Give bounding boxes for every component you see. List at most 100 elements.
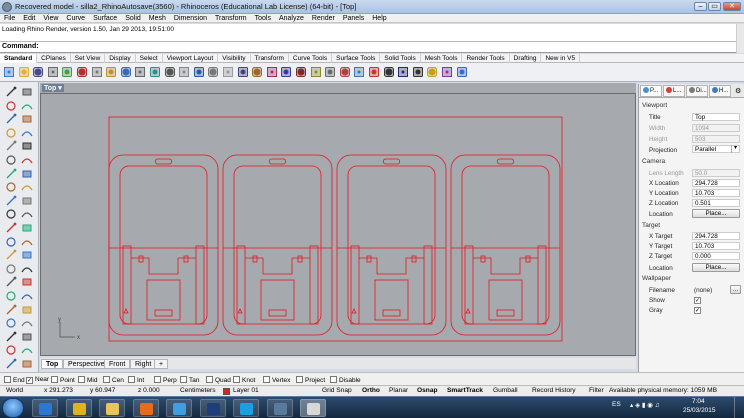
- checkbox-icon[interactable]: [180, 376, 187, 383]
- menu-mesh[interactable]: Mesh: [145, 14, 170, 23]
- checkbox-icon[interactable]: [78, 376, 85, 383]
- osnap-vertex-checkbox[interactable]: Vertex: [263, 376, 290, 384]
- tray-icons[interactable]: ▴ ◈ ▮ ◉ ♫: [630, 401, 660, 409]
- language-indicator[interactable]: ES: [612, 401, 621, 408]
- tab-select[interactable]: Select: [136, 54, 163, 63]
- offset-icon[interactable]: [5, 168, 17, 180]
- osnap-perp-checkbox[interactable]: Perp: [154, 376, 177, 384]
- point-icon[interactable]: [5, 100, 17, 112]
- osnap-quad-checkbox[interactable]: Quad: [206, 376, 231, 384]
- tab-viewport-layout[interactable]: Viewport Layout: [163, 54, 219, 63]
- tab-curve-tools[interactable]: Curve Tools: [289, 54, 333, 63]
- arc-icon[interactable]: [5, 127, 17, 139]
- menu-view[interactable]: View: [39, 14, 62, 23]
- rotate-icon[interactable]: [5, 236, 17, 248]
- copy-icon[interactable]: [21, 222, 33, 234]
- browse-wallpaper-button[interactable]: ...: [730, 285, 741, 294]
- box-icon[interactable]: [5, 276, 17, 288]
- menu-transform[interactable]: Transform: [211, 14, 251, 23]
- sphere-render-icon[interactable]: [383, 66, 395, 78]
- tab-standard[interactable]: Standard: [0, 54, 38, 63]
- analyze-icon[interactable]: [21, 317, 33, 329]
- command-scrollbar[interactable]: [736, 42, 744, 53]
- camera-place-button[interactable]: Place...: [692, 209, 740, 218]
- z-target-field[interactable]: 0.000: [692, 252, 740, 260]
- menu-panels[interactable]: Panels: [339, 14, 368, 23]
- cplane-icon[interactable]: [21, 331, 33, 343]
- osnap-knot-checkbox[interactable]: Knot: [233, 376, 255, 384]
- checkbox-icon[interactable]: [128, 376, 135, 383]
- checkbox-icon[interactable]: [206, 376, 213, 383]
- ellipse-icon[interactable]: [5, 140, 17, 152]
- chrome-icon[interactable]: [65, 399, 92, 417]
- zoom-selected-icon[interactable]: [207, 66, 219, 78]
- explorer-icon[interactable]: [99, 399, 125, 417]
- checkbox-icon[interactable]: ✓: [26, 377, 33, 384]
- app-icon[interactable]: [166, 399, 192, 417]
- trim-icon[interactable]: [21, 181, 33, 193]
- select-points-icon[interactable]: [266, 66, 278, 78]
- panel-tab-layers[interactable]: L...: [663, 85, 685, 97]
- drape-icon[interactable]: [21, 358, 33, 370]
- filter-toggle[interactable]: Filter: [589, 387, 604, 394]
- tab-new-in-v5[interactable]: New in V5: [541, 54, 581, 63]
- new-icon[interactable]: [3, 66, 15, 78]
- points-on-icon[interactable]: [280, 66, 292, 78]
- skype-icon[interactable]: [233, 399, 259, 417]
- undo-icon[interactable]: [120, 66, 132, 78]
- layout-icon[interactable]: [5, 317, 17, 329]
- extend-icon[interactable]: [5, 181, 17, 193]
- panel-tab-properties[interactable]: P...: [640, 85, 662, 97]
- x-target-field[interactable]: 294.728: [692, 232, 740, 240]
- checkbox-icon[interactable]: [4, 376, 11, 383]
- clock-time[interactable]: 7:04: [692, 398, 705, 405]
- polyline-icon[interactable]: [5, 113, 17, 125]
- light-icon[interactable]: [426, 66, 438, 78]
- explode-icon[interactable]: [5, 208, 17, 220]
- rhino-icon[interactable]: [300, 399, 326, 417]
- properties-icon[interactable]: [339, 66, 351, 78]
- panel-tab-help[interactable]: H...: [709, 85, 731, 97]
- text-icon[interactable]: [5, 304, 17, 316]
- menu-curve[interactable]: Curve: [62, 14, 89, 23]
- join-icon[interactable]: [21, 195, 33, 207]
- surface-icon[interactable]: [5, 263, 17, 275]
- current-layer[interactable]: Layer 01: [233, 387, 259, 394]
- curve-icon[interactable]: [21, 113, 33, 125]
- select-icon[interactable]: [5, 86, 17, 98]
- boolean-icon[interactable]: [5, 290, 17, 302]
- viewport-tab-right[interactable]: Right: [130, 359, 157, 369]
- checkbox-icon[interactable]: [51, 376, 58, 383]
- mesh-icon[interactable]: [21, 290, 33, 302]
- color-icon[interactable]: [368, 66, 380, 78]
- add-viewport-tab-button[interactable]: +: [154, 359, 169, 369]
- menu-surface[interactable]: Surface: [89, 14, 121, 23]
- osnap-end-checkbox[interactable]: End: [4, 376, 25, 384]
- extrude-icon[interactable]: [21, 263, 33, 275]
- lock-icon[interactable]: [310, 66, 322, 78]
- save-icon[interactable]: [32, 66, 44, 78]
- grid-snap-toggle[interactable]: Grid Snap: [322, 387, 352, 394]
- windows-start-icon[interactable]: [2, 398, 24, 418]
- osnap-int-checkbox[interactable]: Int: [128, 376, 144, 384]
- viewport-title[interactable]: Top ▾: [42, 84, 64, 92]
- lens-icon[interactable]: [441, 66, 453, 78]
- close-button[interactable]: ✕: [723, 2, 741, 11]
- cplane-indicator[interactable]: World: [6, 387, 23, 394]
- clock-date[interactable]: 25/03/2015: [683, 407, 716, 414]
- osnap-disable-checkbox[interactable]: Disable: [330, 376, 361, 384]
- paste-icon[interactable]: [105, 66, 117, 78]
- menu-edit[interactable]: Edit: [19, 14, 39, 23]
- checkbox-icon[interactable]: [296, 376, 303, 383]
- top-viewport[interactable]: y x: [40, 93, 636, 356]
- osnap-near-checkbox[interactable]: ✓ Near: [26, 376, 49, 384]
- copy-icon[interactable]: [91, 66, 103, 78]
- menu-solid[interactable]: Solid: [121, 14, 145, 23]
- split-icon[interactable]: [5, 195, 17, 207]
- menu-dimension[interactable]: Dimension: [170, 14, 211, 23]
- rectangle-icon[interactable]: [21, 140, 33, 152]
- osnap-toggle[interactable]: Osnap: [417, 387, 438, 394]
- ortho-toggle[interactable]: Ortho: [362, 387, 380, 394]
- menu-file[interactable]: File: [0, 14, 19, 23]
- freeform-icon[interactable]: [21, 154, 33, 166]
